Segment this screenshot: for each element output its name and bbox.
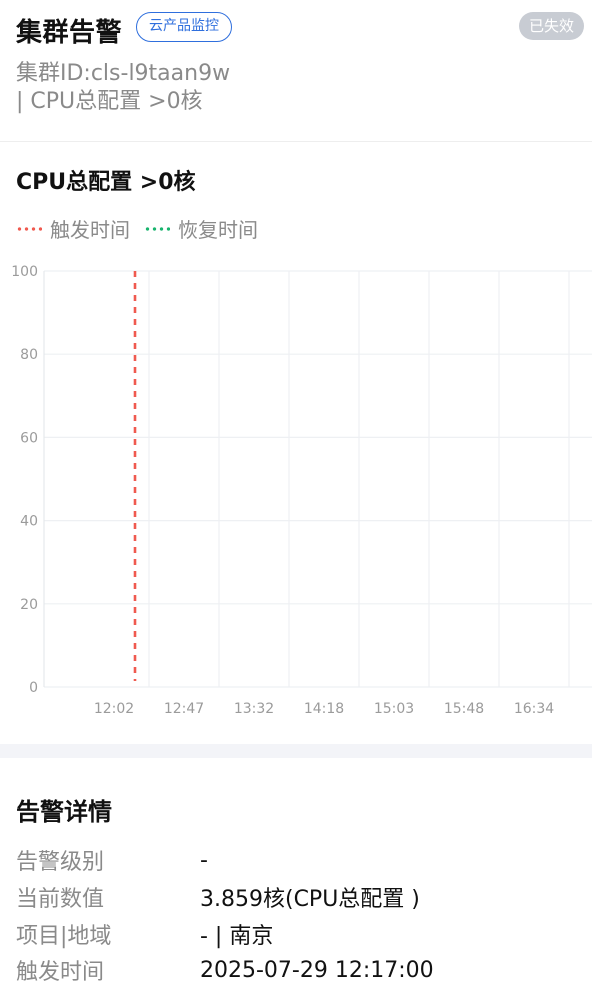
source-tag: 云产品监控 [136,12,232,42]
legend-dots-red [16,226,42,231]
detail-value: - [200,847,208,873]
y-tick-label: 20 [20,597,38,613]
chart-grid [43,270,592,688]
detail-label: 触发时间 [16,960,105,985]
detail-label: 告警级别 [16,850,105,875]
x-tick-label: 14:18 [304,701,344,717]
chart-svg: 0 20 40 60 80 100 12:02 12:47 13:32 14:18 15:03 15… [11,264,592,717]
y-tick-label: 80 [20,347,38,363]
chart-legend: 触发时间 恢复时间 [16,214,258,243]
detail-row-trigger-time: 触发时间 2025-07-29 12:17:00 [16,952,576,986]
detail-row-current: 当前数值 3.859核(CPU总配置 ) [16,879,576,915]
y-tick-label: 40 [20,514,38,530]
y-tick-label: 60 [20,430,38,446]
legend-recovery-label: 恢复时间 [178,218,258,242]
detail-value: - | 南京 [200,924,274,949]
section-divider [0,744,592,758]
y-axis-ticks: 0 20 40 60 80 100 [11,264,38,696]
x-axis-ticks: 12:02 12:47 13:32 14:18 15:03 15:48 16:34 [94,701,554,717]
chart-section: CPU总配置 >0核 触发时间 恢复时间 0 20 40 60 80 100 12:02 1… [0,142,592,744]
details-title: 告警详情 [16,798,112,826]
condition-line: | CPU总配置 >0核 [16,89,203,114]
alert-meta: 集群ID:cls-l9taan9w | CPU总配置 >0核 [16,60,230,116]
detail-row-project-region: 项目|地域 - | 南京 [16,916,576,952]
legend-recovery[interactable]: 恢复时间 [144,214,258,243]
detail-value: 3.859核(CPU总配置 ) [200,887,420,912]
y-tick-label: 0 [29,680,38,696]
x-tick-label: 12:02 [94,701,134,717]
chart-title: CPU总配置 >0核 [16,170,196,195]
legend-trigger-label: 触发时间 [50,218,130,242]
alert-header-card: 集群告警 云产品监控 已失效 集群ID:cls-l9taan9w | CPU总配… [0,0,592,142]
y-tick-label: 100 [11,264,38,280]
detail-label: 项目|地域 [16,924,112,949]
legend-dots-green [144,226,170,231]
detail-label: 当前数值 [16,887,105,912]
legend-trigger[interactable]: 触发时间 [16,214,130,243]
detail-row-level: 告警级别 - [16,842,576,878]
x-tick-label: 13:32 [234,701,274,717]
x-tick-label: 16:34 [514,701,554,717]
detail-value: 2025-07-29 12:17:00 [200,957,434,983]
x-tick-label: 15:48 [444,701,484,717]
alert-title: 集群告警 [16,18,123,48]
x-tick-label: 15:03 [374,701,414,717]
alert-detail-page: 集群告警 云产品监控 已失效 集群ID:cls-l9taan9w | CPU总配… [0,0,592,986]
status-badge: 已失效 [518,12,584,40]
details-section: 告警详情 告警级别 - 当前数值 3.859核(CPU总配置 ) 项目|地域 -… [0,758,592,986]
x-tick-label: 12:47 [164,701,204,717]
cluster-id-line: 集群ID:cls-l9taan9w [16,61,231,86]
